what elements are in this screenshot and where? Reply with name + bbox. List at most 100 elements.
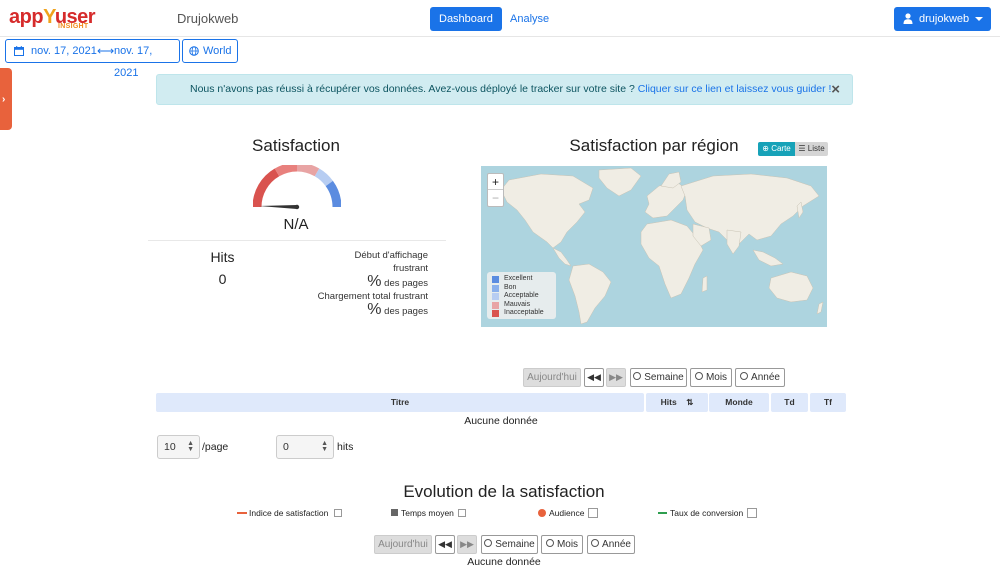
zoom-out-button[interactable]: − — [488, 190, 503, 206]
per-page-value: 10 — [164, 441, 176, 453]
legend-satisfaction-index[interactable]: Indice de satisfaction — [237, 506, 347, 520]
year-button[interactable]: Année — [735, 368, 785, 387]
toggle-list-view[interactable]: ☰ Liste — [795, 142, 828, 156]
top-navbar: appYuser INSIGHT Drujokweb Dashboard Ana… — [0, 0, 1000, 37]
column-header-hits-label: Hits — [660, 397, 677, 407]
zoom-icon — [694, 372, 703, 380]
user-menu-button[interactable]: drujokweb — [894, 7, 991, 31]
month-button-evolution[interactable]: Mois — [541, 535, 583, 554]
series-toggle-checkbox[interactable] — [747, 508, 757, 518]
legend-label: Acceptable — [504, 292, 539, 299]
column-header-hits[interactable]: Hits ⇅ — [646, 393, 708, 412]
legend-swatch — [492, 310, 499, 317]
column-header-titre[interactable]: Titre — [156, 393, 644, 412]
alert-message-wrapper: Nous n'avons pas réussi à récupérer vos … — [190, 75, 831, 104]
zoom-in-button[interactable]: + — [488, 174, 503, 190]
legend-label: Mauvais — [504, 300, 531, 308]
month-button[interactable]: Mois — [690, 368, 732, 387]
month-label: Mois — [705, 372, 728, 383]
column-header-monde[interactable]: Monde — [709, 393, 769, 412]
series-toggle-checkbox[interactable] — [458, 509, 466, 517]
satisfaction-value: N/A — [283, 216, 309, 233]
satisfaction-gauge — [253, 165, 341, 210]
map-legend: Excellent Bon Acceptable Mauvais Inaccep… — [487, 272, 556, 319]
zoom-icon — [591, 539, 600, 547]
caret-down-icon — [975, 17, 983, 21]
legend-audience[interactable]: Audience — [538, 506, 600, 520]
user-name: drujokweb — [919, 13, 970, 25]
legend-label: Taux de conversion — [670, 508, 744, 518]
legend-average-time[interactable]: Temps moyen — [391, 506, 471, 520]
zoom-icon — [633, 372, 642, 380]
metric1-value: % des pages — [300, 273, 428, 290]
toggle-map-view[interactable]: ⊕ Carte — [758, 142, 795, 156]
hits-filter-input[interactable]: 0 ▲ ▼ — [276, 435, 334, 459]
today-button[interactable]: Aujourd'hui — [523, 368, 581, 387]
square-marker-icon — [391, 509, 398, 516]
alert-message: Nous n'avons pas réussi à récupérer vos … — [190, 83, 638, 95]
metric1-label-line1: Début d'affichage — [354, 250, 428, 261]
zoom-icon — [740, 372, 749, 380]
spinner-arrows-icon: ▲ ▼ — [187, 440, 194, 453]
week-button[interactable]: Semaine — [630, 368, 687, 387]
legend-swatch — [492, 276, 499, 283]
hits-value: 0 — [218, 271, 227, 287]
hits-filter-value: 0 — [283, 441, 289, 453]
calendar-icon — [14, 46, 24, 56]
tracker-missing-alert: Nous n'avons pas réussi à récupérer vos … — [156, 74, 853, 105]
divider — [148, 240, 446, 241]
chevron-right-icon: › — [2, 94, 6, 105]
metric2-pct: % — [367, 301, 382, 318]
toggle-list-label: Liste — [807, 144, 825, 153]
user-icon — [903, 13, 913, 24]
date-range-picker[interactable]: nov. 17, 2021 ⟷ nov. 17, 2021 — [5, 39, 180, 79]
year-button-evolution[interactable]: Année — [587, 535, 635, 554]
hits-label: Hits — [210, 249, 235, 265]
week-label: Semaine — [495, 539, 535, 550]
circle-marker-icon — [538, 509, 546, 517]
previous-period-button-evolution[interactable]: ◀◀ — [435, 535, 455, 554]
spinner-arrows-icon: ▲ ▼ — [321, 440, 328, 453]
metric1-suffix: des pages — [384, 278, 428, 289]
per-page-label: /page — [202, 441, 229, 453]
year-label: Année — [602, 539, 631, 550]
line-marker-icon — [237, 512, 247, 514]
globe-icon — [189, 46, 199, 56]
region-selector-button[interactable]: World — [182, 39, 238, 63]
week-button-evolution[interactable]: Semaine — [481, 535, 538, 554]
zoom-icon — [545, 539, 554, 547]
legend-label: Audience — [549, 508, 585, 518]
frustration-metrics: Début d'affichage frustrant % des pages … — [300, 249, 428, 318]
legend-label: Temps moyen — [401, 508, 454, 518]
evolution-empty-message: Aucune donnée — [467, 556, 541, 568]
series-toggle-checkbox[interactable] — [334, 509, 342, 517]
today-button-evolution[interactable]: Aujourd'hui — [374, 535, 432, 554]
gauge-needle — [259, 205, 297, 209]
series-toggle-checkbox[interactable] — [588, 508, 598, 518]
close-icon[interactable]: × — [831, 75, 840, 104]
sidebar-toggle-tab[interactable]: › — [0, 68, 12, 130]
column-header-td[interactable]: Td — [771, 393, 808, 412]
legend-label: Indice de satisfaction — [249, 508, 329, 518]
appyuser-logo[interactable]: appYuser INSIGHT — [9, 6, 99, 32]
map-zoom-controls: + − — [487, 173, 504, 207]
alert-help-link[interactable]: Cliquer sur ce lien et laissez vous guid… — [638, 83, 832, 95]
metric1-label-line2: frustrant — [393, 263, 428, 274]
week-label: Semaine — [644, 372, 684, 383]
date-from: nov. 17, 2021 — [31, 45, 97, 57]
line-marker-icon — [658, 512, 667, 514]
next-period-button-evolution[interactable]: ▶▶ — [457, 535, 477, 554]
previous-period-button[interactable]: ◀◀ — [584, 368, 604, 387]
metric1-pct: % — [367, 273, 382, 290]
legend-conversion-rate[interactable]: Taux de conversion — [658, 506, 760, 520]
next-period-button[interactable]: ▶▶ — [606, 368, 626, 387]
column-header-tf[interactable]: Tf — [810, 393, 846, 412]
nav-analyse-link[interactable]: Analyse — [501, 7, 558, 31]
toggle-map-label: Carte — [771, 144, 791, 153]
sort-desc-icon: ⇅ — [686, 397, 694, 407]
logo-subtitle: INSIGHT — [58, 23, 89, 30]
forward-icon: ▶▶ — [460, 539, 474, 549]
per-page-select[interactable]: 10 ▲ ▼ — [157, 435, 200, 459]
arrows-horizontal-icon: ⟷ — [97, 44, 115, 58]
nav-dashboard-button[interactable]: Dashboard — [430, 7, 502, 31]
